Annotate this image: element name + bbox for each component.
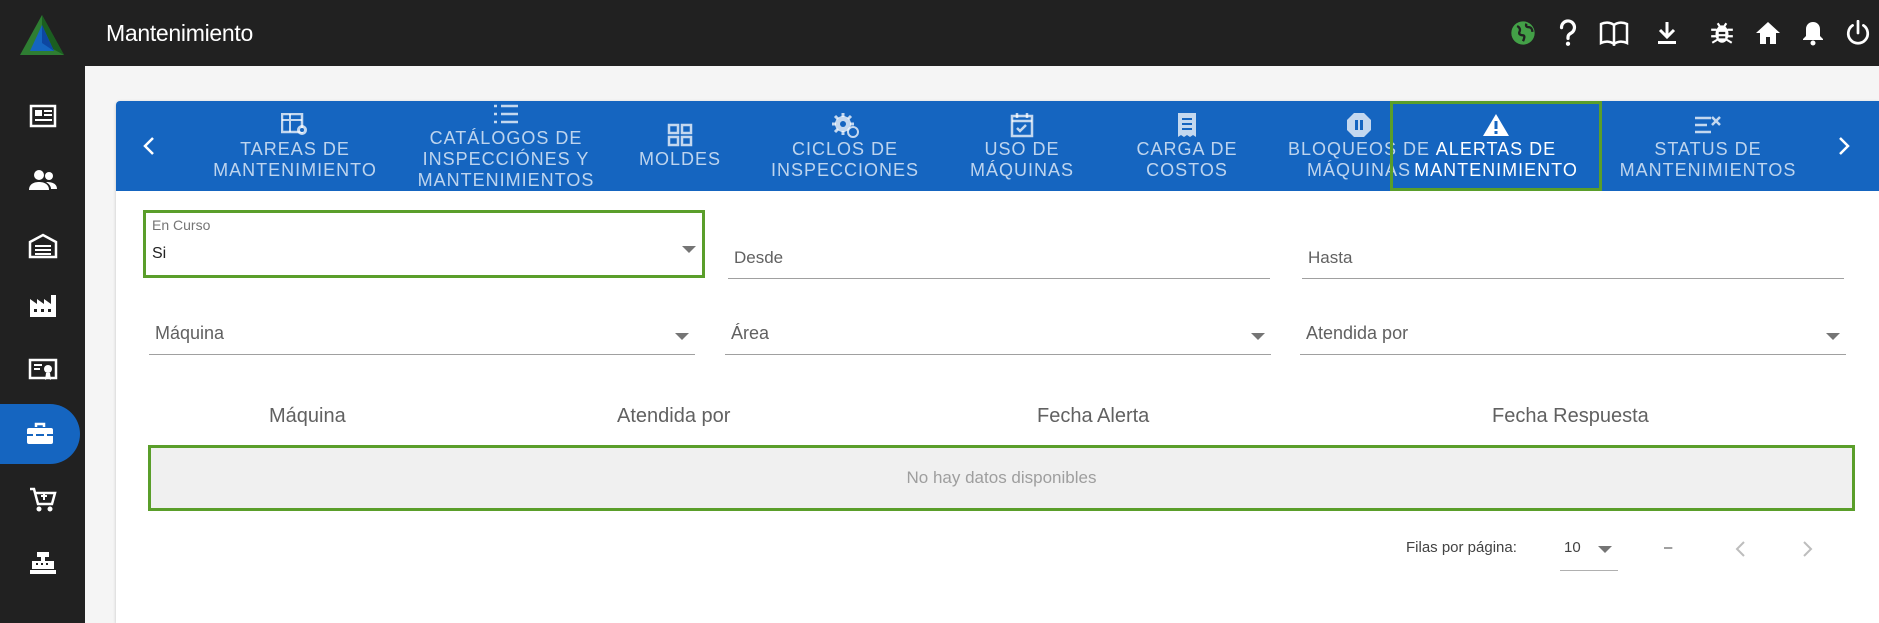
pagination-range: – (1664, 539, 1673, 556)
list-check-icon (1695, 115, 1721, 133)
chevron-down-icon (1251, 333, 1265, 340)
side-navigation (0, 66, 85, 623)
table-gear-icon (281, 112, 307, 135)
atendida-por-placeholder: Atendida por (1306, 323, 1409, 343)
toolbox-icon (27, 422, 53, 444)
rows-per-page-select[interactable]: 10 (1560, 529, 1618, 571)
chevron-down-icon (1826, 333, 1840, 340)
desde-placeholder: Desde (734, 248, 784, 267)
top-app-bar: Mantenimiento (0, 0, 1879, 66)
column-header-atendida-por[interactable]: Atendida por (617, 405, 730, 428)
maquina-placeholder: Máquina (155, 323, 225, 343)
tab-carga-costos[interactable]: CARGA DE COSTOS (1104, 101, 1270, 191)
bell-icon[interactable] (1796, 16, 1830, 50)
maquina-select[interactable]: Máquina (149, 301, 695, 355)
tab-ciclos-inspecciones[interactable]: CICLOS DE INSPECCIONES (750, 101, 940, 191)
book-icon[interactable] (1597, 16, 1631, 50)
main-card: TAREAS DE MANTENIMIENTO CATÁLOGOS DE INS… (116, 101, 1879, 623)
hasta-date-field[interactable]: Hasta (1302, 221, 1844, 279)
hasta-placeholder: Hasta (1308, 248, 1353, 267)
tab-catalogos[interactable]: CATÁLOGOS DE INSPECCIÓNES Y MANTENIMIENT… (402, 101, 610, 191)
en-curso-select[interactable]: En Curso Si (143, 210, 705, 278)
page-title: Mantenimiento (106, 20, 253, 46)
tab-alertas-mantenimiento[interactable]: ALERTAS DE MANTENIMIENTO (1390, 101, 1602, 191)
rows-per-page-label: Filas por página: (1406, 539, 1517, 556)
nav-item-warehouse[interactable] (0, 216, 85, 276)
logo-icon (20, 15, 64, 55)
en-curso-value: Si (152, 245, 167, 262)
bug-icon[interactable] (1705, 16, 1739, 50)
column-header-fecha-respuesta[interactable]: Fecha Respuesta (1492, 405, 1649, 428)
power-icon[interactable] (1841, 16, 1875, 50)
tab-bar: TAREAS DE MANTENIMIENTO CATÁLOGOS DE INS… (116, 101, 1879, 191)
pause-octagon-icon (1347, 112, 1371, 137)
factory-icon (29, 295, 56, 317)
nav-item-factory[interactable] (0, 276, 85, 336)
help-icon[interactable] (1551, 16, 1585, 50)
chevron-right-icon (1839, 137, 1850, 155)
area-select[interactable]: Área (725, 301, 1271, 355)
nav-item-cart[interactable] (0, 470, 85, 530)
chevron-left-icon (1735, 541, 1745, 557)
language-icon[interactable] (1506, 16, 1540, 50)
previous-page-button[interactable] (1720, 529, 1760, 569)
chevron-left-icon (143, 137, 154, 155)
en-curso-label: En Curso (152, 217, 211, 233)
receipt-icon (1178, 112, 1196, 137)
nav-item-certificates[interactable] (0, 340, 85, 400)
cart-icon (29, 487, 57, 512)
home-icon[interactable] (1751, 16, 1785, 50)
grid-icon (667, 123, 693, 147)
chevron-down-icon (1598, 546, 1612, 553)
tab-tareas-mantenimiento[interactable]: TAREAS DE MANTENIMIENTO (188, 101, 402, 191)
calendar-check-icon (1010, 112, 1034, 137)
area-placeholder: Área (731, 323, 770, 343)
next-page-button[interactable] (1788, 529, 1828, 569)
tab-scroll-right-button[interactable] (1816, 101, 1872, 191)
users-icon (28, 170, 57, 190)
cash-register-icon (29, 552, 56, 574)
chevron-right-icon (1803, 541, 1813, 557)
tab-status-mantenimientos[interactable]: STATUS DE MANTENIMIENTOS (1608, 101, 1808, 191)
tab-moldes[interactable]: MOLDES (610, 101, 750, 191)
list-icon (494, 104, 518, 124)
tab-uso-maquinas[interactable]: USO DE MÁQUINAS (940, 101, 1104, 191)
column-header-fecha-alerta[interactable]: Fecha Alerta (1037, 405, 1149, 428)
rows-per-page-value: 10 (1564, 539, 1581, 556)
alert-icon (1483, 113, 1509, 136)
warehouse-icon (28, 233, 57, 259)
cog-refresh-icon (832, 112, 859, 138)
tab-scroll-left-button[interactable] (121, 101, 177, 191)
certificate-icon (28, 358, 57, 380)
nav-item-news[interactable] (0, 86, 85, 146)
nav-item-users[interactable] (0, 150, 85, 210)
desde-date-field[interactable]: Desde (728, 221, 1270, 279)
newspaper-icon (29, 104, 56, 128)
column-header-maquina[interactable]: Máquina (269, 405, 346, 428)
nav-item-cash-register[interactable] (0, 533, 85, 593)
atendida-por-select[interactable]: Atendida por (1300, 301, 1846, 355)
download-icon[interactable] (1650, 16, 1684, 50)
chevron-down-icon (675, 333, 689, 340)
nav-item-maintenance[interactable] (0, 404, 80, 464)
table-empty-row: No hay datos disponibles (148, 445, 1855, 511)
chevron-down-icon (682, 246, 696, 253)
